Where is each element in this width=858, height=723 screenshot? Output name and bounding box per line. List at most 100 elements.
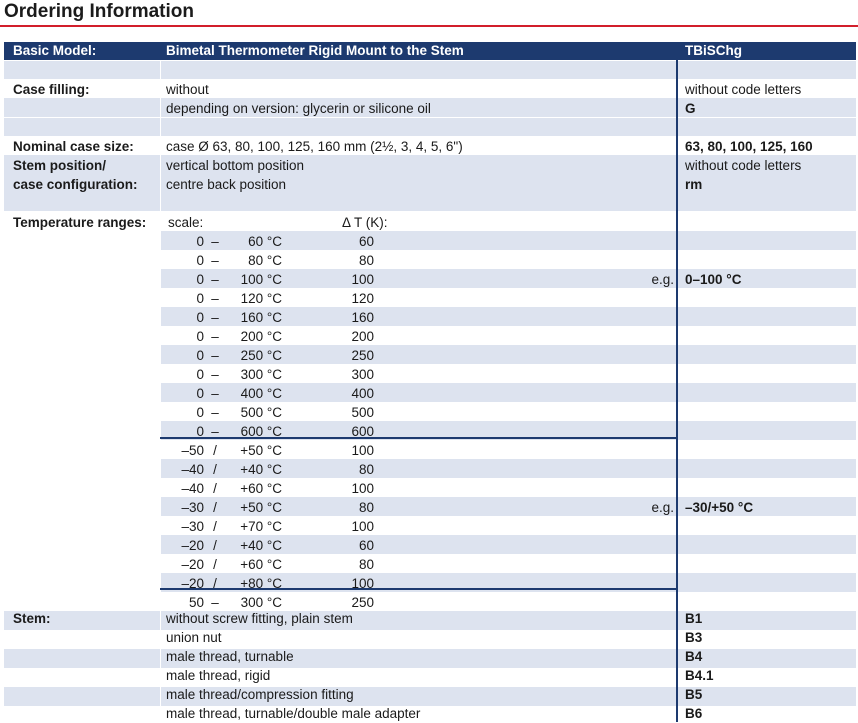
case-filling-option-text: without	[166, 82, 209, 97]
range-to: 80 °C	[248, 253, 282, 268]
row-band	[4, 118, 856, 136]
stem-option-text: without screw fitting, plain stem	[166, 611, 353, 626]
range-to: +80 °C	[240, 576, 282, 591]
range-to: +60 °C	[240, 481, 282, 496]
range-separator: /	[213, 557, 217, 572]
stem-option-text: male thread, rigid	[166, 668, 271, 683]
range-to: 500 °C	[240, 405, 282, 420]
range-to: +60 °C	[240, 557, 282, 572]
stem-option-text: male thread, turnable	[166, 649, 294, 664]
row-band	[4, 649, 856, 668]
stem-position-option-text: vertical bottom position	[166, 158, 305, 173]
range-separator: /	[213, 481, 217, 496]
range-from: 0	[196, 348, 204, 363]
range-separator: –	[211, 329, 219, 344]
range-delta-t: 80	[358, 500, 374, 515]
range-from: 0	[196, 234, 204, 249]
range-from: –30	[181, 519, 204, 534]
stem-label: Stem:	[13, 611, 51, 626]
stem-option-code: B4.1	[685, 668, 714, 683]
stem-option-text: union nut	[166, 630, 222, 645]
range-separator: /	[213, 519, 217, 534]
range-separator: –	[211, 272, 219, 287]
range-separator: –	[211, 234, 219, 249]
case-configuration-label: case configuration:	[13, 177, 138, 192]
case-filling-option-text: depending on version: glycerin or silico…	[166, 101, 431, 116]
basic-model-description: Bimetal Thermometer Rigid Mount to the S…	[166, 43, 464, 58]
range-separator: –	[211, 424, 219, 439]
range-to: +70 °C	[240, 519, 282, 534]
range-from: –40	[181, 462, 204, 477]
stem-position-option-code: without code letters	[685, 158, 802, 173]
range-separator: /	[213, 576, 217, 591]
code-column-divider	[676, 60, 678, 722]
case-filling-label: Case filling:	[13, 82, 90, 97]
range-delta-t: 600	[351, 424, 374, 439]
row-band	[4, 193, 856, 211]
stem-position-label: Stem position/	[13, 158, 107, 173]
range-separator: –	[211, 367, 219, 382]
stem-position-option-text: centre back position	[166, 177, 287, 192]
stem-option-code: B4	[685, 649, 703, 664]
range-to: 250 °C	[240, 348, 282, 363]
range-from: –20	[181, 557, 204, 572]
range-delta-t: 100	[351, 576, 374, 591]
range-delta-t: 100	[351, 519, 374, 534]
row-band	[4, 611, 856, 630]
scale-label: scale:	[168, 215, 204, 230]
range-delta-t: 80	[358, 557, 374, 572]
stem-option-code: B1	[685, 611, 703, 626]
stem-option-text: male thread/compression fitting	[166, 687, 354, 702]
case-filling-option-code: without code letters	[685, 82, 802, 97]
page-title: Ordering Information	[4, 1, 194, 22]
stem-option-code: B6	[685, 706, 703, 721]
case-filling-option-code: G	[685, 101, 696, 116]
range-separator: –	[211, 253, 219, 268]
stem-option-code: B5	[685, 687, 703, 702]
range-from: 0	[196, 310, 204, 325]
row-band	[4, 61, 856, 79]
range-separator: –	[211, 291, 219, 306]
range-separator: /	[213, 500, 217, 515]
basic-model-code: TBiSChg	[685, 43, 742, 58]
range-delta-t: 60	[358, 234, 374, 249]
example-prefix: e.g.	[651, 500, 674, 515]
nominal-case-size-code: 63, 80, 100, 125, 160	[685, 139, 813, 154]
range-delta-t: 300	[351, 367, 374, 382]
range-delta-t: 100	[351, 481, 374, 496]
title-underline	[0, 25, 858, 27]
example-code: 0–100 °C	[685, 272, 742, 287]
range-delta-t: 100	[351, 443, 374, 458]
delta-t-label: Δ T (K):	[342, 215, 388, 230]
range-to: 120 °C	[240, 291, 282, 306]
range-delta-t: 100	[351, 272, 374, 287]
stem-option-code: B3	[685, 630, 703, 645]
temperature-ranges-label: Temperature ranges:	[13, 215, 147, 230]
range-from: 0	[196, 386, 204, 401]
range-delta-t: 80	[358, 253, 374, 268]
nominal-case-size-label: Nominal case size:	[13, 139, 134, 154]
range-from: 0	[196, 329, 204, 344]
range-to: +40 °C	[240, 462, 282, 477]
range-delta-t: 80	[358, 462, 374, 477]
range-separator: –	[211, 386, 219, 401]
range-from: –30	[181, 500, 204, 515]
range-from: 0	[196, 272, 204, 287]
column-separator	[160, 60, 161, 722]
range-to: 160 °C	[240, 310, 282, 325]
range-to: +40 °C	[240, 538, 282, 553]
range-from: –20	[181, 538, 204, 553]
range-from: 0	[196, 253, 204, 268]
range-to: 60 °C	[248, 234, 282, 249]
range-separator: /	[213, 538, 217, 553]
range-from: –40	[181, 481, 204, 496]
range-from: 0	[196, 367, 204, 382]
range-separator: /	[213, 443, 217, 458]
range-to: 200 °C	[240, 329, 282, 344]
range-from: 0	[196, 424, 204, 439]
row-band	[4, 687, 856, 706]
basic-model-label: Basic Model:	[13, 43, 97, 58]
range-to: +50 °C	[240, 443, 282, 458]
stem-position-option-code: rm	[685, 177, 703, 192]
stem-option-text: male thread, turnable/double male adapte…	[166, 706, 421, 721]
